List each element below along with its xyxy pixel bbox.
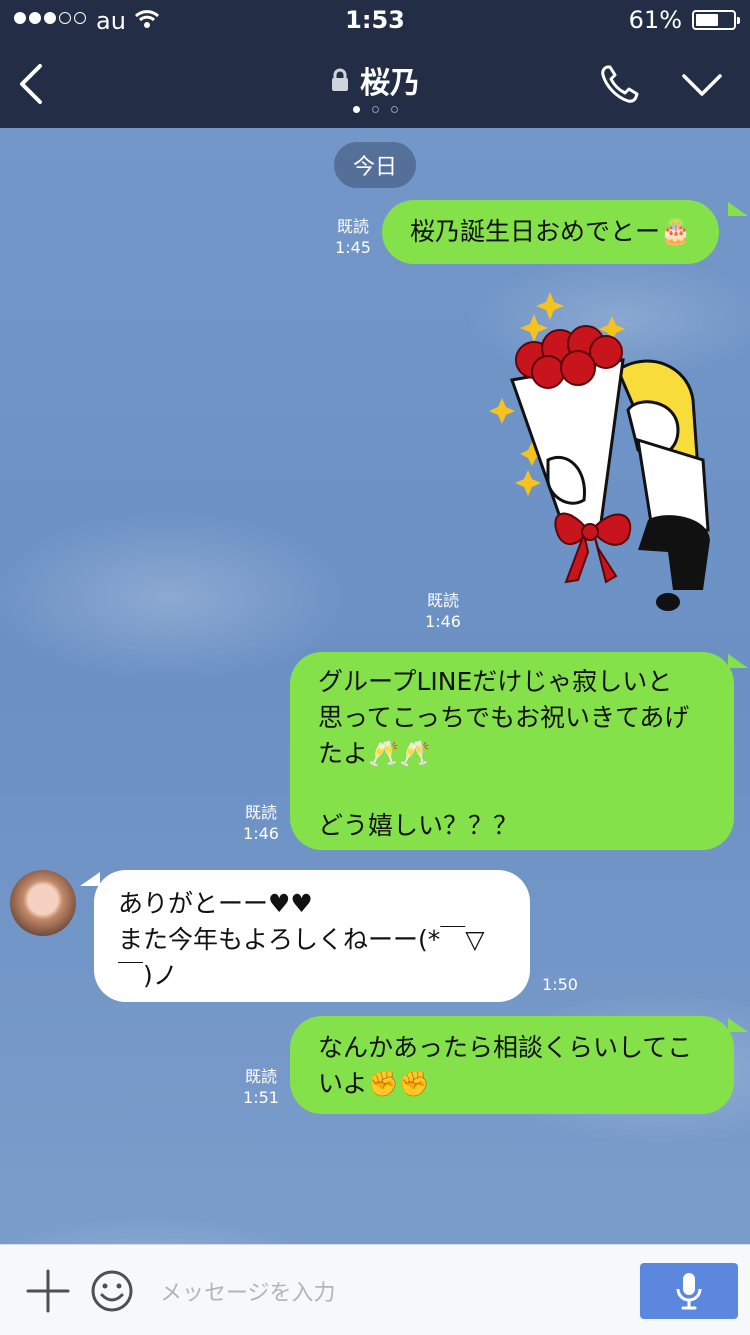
bubble-tail [80, 872, 100, 886]
bubble-tail [728, 654, 748, 668]
message-time: 1:46 [425, 612, 461, 631]
bubble-tail [728, 1018, 748, 1032]
bouquet-sticker[interactable] [488, 290, 728, 620]
message-meta: 既読 1:46 [238, 802, 284, 844]
status-bar: au 1:53 61% [0, 0, 750, 42]
message-time: 1:46 [243, 824, 279, 843]
page-indicator [0, 106, 750, 113]
battery-icon [692, 10, 740, 30]
message-input[interactable]: メッセージを入力 [160, 1275, 336, 1307]
chat-title[interactable]: 桜乃 [330, 58, 420, 102]
battery-percent: 61% [628, 6, 682, 34]
message-input-bar: メッセージを入力 [0, 1244, 750, 1335]
chat-title-text: 桜乃 [360, 66, 420, 101]
microphone-icon [676, 1273, 702, 1310]
message-bubble-sent[interactable]: なんかあったら相談くらいしてこ いよ✊✊ [290, 1016, 734, 1114]
chevron-down-icon[interactable] [680, 70, 724, 100]
lock-icon [332, 68, 348, 91]
smiley-icon[interactable] [90, 1269, 134, 1313]
read-receipt: 既読 [426, 591, 459, 610]
message-time: 1:51 [243, 1088, 279, 1107]
read-receipt: 既読 [244, 803, 277, 822]
date-separator: 今日 [334, 142, 416, 188]
page-dot [371, 106, 379, 113]
chat-header: au 1:53 61% 桜乃 [0, 0, 750, 128]
phone-icon[interactable] [598, 62, 642, 106]
message-meta: 既読 1:51 [238, 1066, 284, 1108]
read-receipt: 既読 [336, 217, 369, 236]
message-meta: 既読 1:46 [420, 590, 466, 632]
message-bubble-sent[interactable]: 桜乃誕生日おめでとー🎂 [382, 200, 720, 264]
message-time: 1:50 [542, 975, 578, 994]
message-bubble-received[interactable]: ありがとーー♥♥ また今年もよろしくねーー(*￣▽ ￣)ノ [94, 870, 530, 1002]
page-dot [352, 106, 360, 113]
message-meta: 既読 1:45 [330, 216, 376, 258]
message-bubble-sent[interactable]: グループLINEだけじゃ寂しいと 思ってこっちでもお祝いきてあげ たよ🥂🥂 どう… [290, 652, 734, 850]
read-receipt: 既読 [244, 1067, 277, 1086]
bubble-tail [728, 202, 748, 216]
page-dot [390, 106, 398, 113]
voice-button[interactable] [640, 1263, 738, 1319]
message-time: 1:45 [335, 238, 371, 257]
avatar[interactable] [10, 870, 76, 936]
plus-icon[interactable] [26, 1269, 70, 1313]
